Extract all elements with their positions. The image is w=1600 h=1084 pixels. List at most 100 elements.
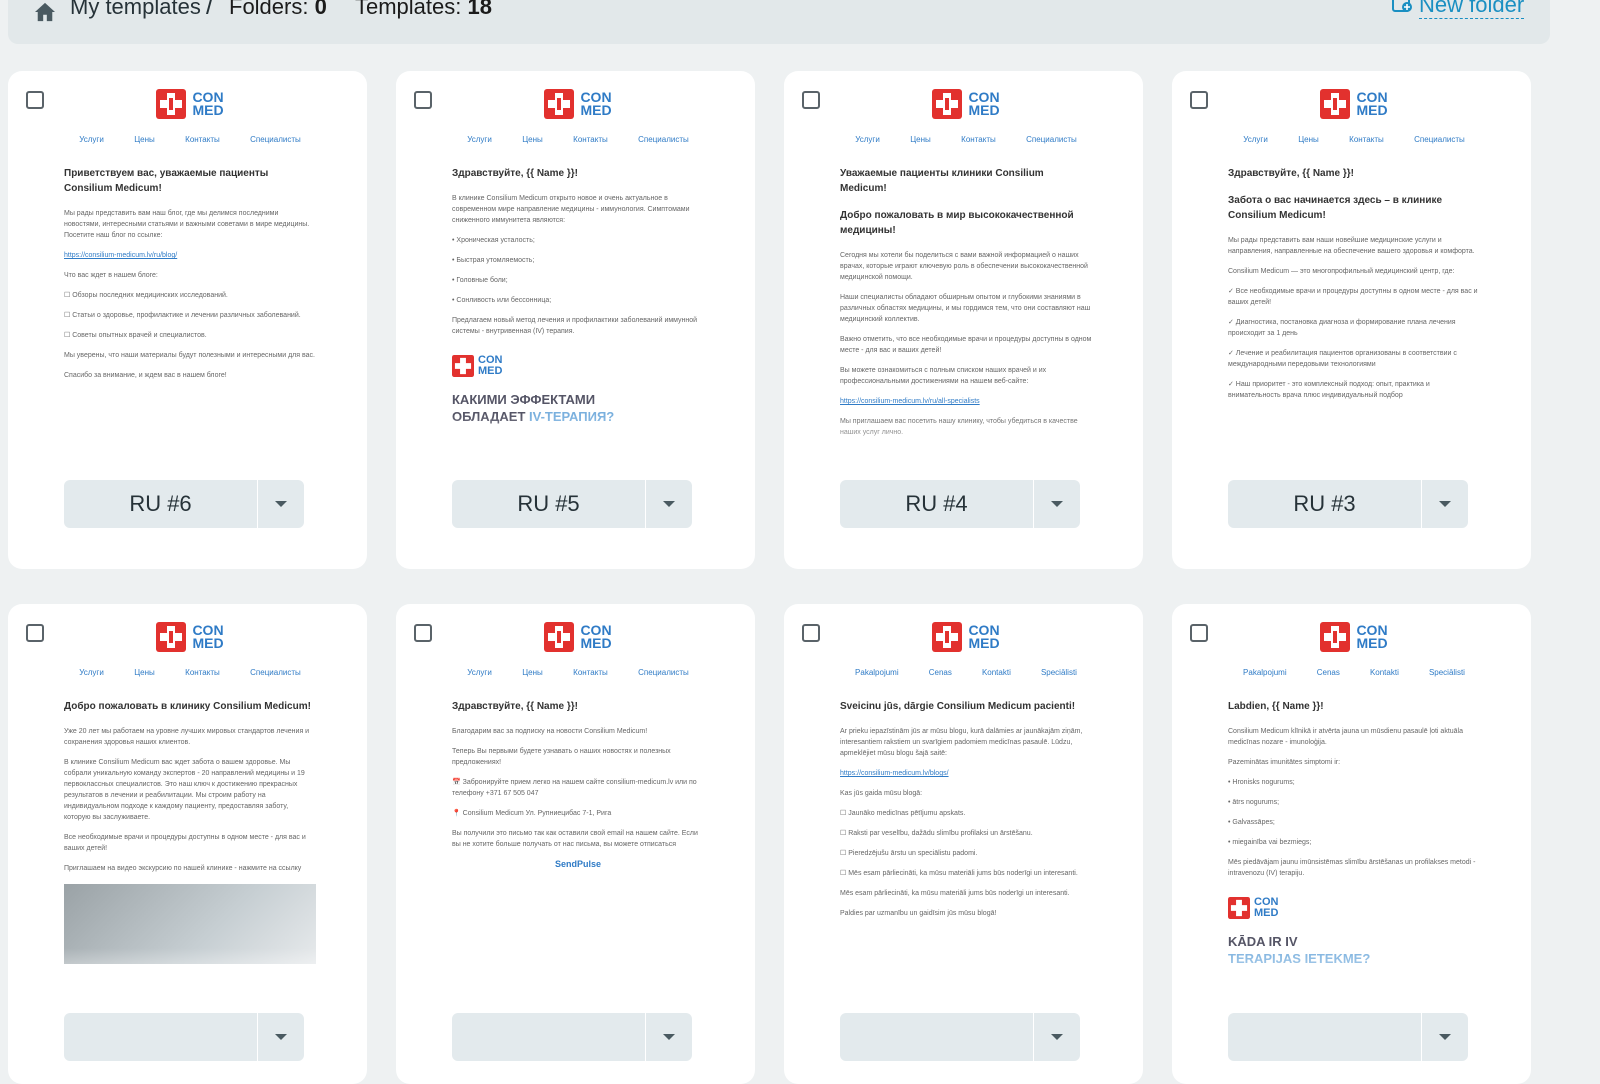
preview-line: 📅 Забронируйте прием легко на нашем сайт… — [452, 779, 697, 797]
preview-line: Вы можете ознакомиться с полным списком … — [840, 367, 1047, 385]
preview-line: Paldies par uzmanību un gaidīsim jūs mūs… — [840, 910, 997, 917]
template-card[interactable]: CON MED Pakalpojumi Cenas Kontakti Speciālist… — [1172, 604, 1531, 1084]
banner-title-accent: TERAPIJAS IETEKME? — [1228, 951, 1371, 966]
preview-title: Sveicinu jūs, dārgie Consilium Medicum p… — [840, 701, 1076, 712]
preview-line: • Хроническая усталость; — [452, 237, 535, 244]
preview-line: Теперь Вы первыми будете узнавать о наши… — [452, 748, 671, 766]
templates-label: Templates: — [355, 0, 462, 19]
preview-line: Consilium Medicum — это многопрофильный … — [1228, 268, 1455, 275]
template-card[interactable]: CON MED Услуги Цены Контакты Специалисты Добро… — [8, 604, 367, 1084]
preview-line: В клинике Consilium Medicum открыто ново… — [452, 195, 690, 224]
select-checkbox[interactable] — [26, 91, 44, 109]
folders-label: Folders: — [229, 0, 309, 19]
preview-line: Спасибо за внимание, и ждем вас в нашем … — [64, 372, 227, 379]
template-preview[interactable]: CON MED Услуги Цены Контакты Специалисты Здрав… — [1228, 83, 1480, 475]
template-card[interactable]: CON MED Pakalpojumi Cenas Kontakti Speciālist… — [784, 604, 1143, 1084]
template-dropdown-button[interactable] — [1034, 480, 1080, 528]
preview-line: ☐ Pieredzējušu ārstu un speciālistu pado… — [840, 850, 978, 857]
preview-line: В клинике Consilium Medicum вас ждет заб… — [64, 759, 305, 821]
preview-line: Pazeminātas imunitātes simptomi ir: — [1228, 759, 1341, 766]
preview-title: Здравствуйте, {{ Name }}! — [1228, 168, 1354, 179]
preview-line: Все необходимые врачи и процедуры доступ… — [64, 834, 306, 852]
preview-line: • Galvassāpes; — [1228, 819, 1275, 826]
preview-line: Благодарим вас за подписку на новости Co… — [452, 728, 648, 735]
preview-subtitle: Забота о вас начинается здесь – в клиник… — [1228, 195, 1443, 221]
chevron-down-icon — [1439, 501, 1451, 507]
select-checkbox[interactable] — [1190, 91, 1208, 109]
preview-nav: Pakalpojumi Cenas Kontakti Speciālisti — [840, 668, 1092, 677]
banner-brand-text: CON MED — [478, 355, 502, 377]
preview-nav-item: Цены — [134, 135, 155, 144]
home-icon[interactable] — [34, 2, 56, 22]
medical-cross-icon — [932, 89, 963, 119]
brand-line2: MED — [968, 102, 1000, 118]
brand-text: CON MED — [580, 623, 612, 651]
template-name-button[interactable] — [452, 1013, 646, 1061]
template-preview[interactable]: CON MED Услуги Цены Контакты Специалисты Здрав… — [452, 83, 704, 475]
template-preview[interactable]: CON MED Pakalpojumi Cenas Kontakti Speciālist… — [1228, 616, 1480, 1008]
preview-nav-item: Kontakti — [1369, 668, 1399, 677]
sendpulse-logo: SendPulse — [554, 859, 601, 869]
template-card[interactable]: CON MED Услуги Цены Контакты Специалисты Здрав… — [396, 71, 755, 569]
select-checkbox[interactable] — [802, 624, 820, 642]
preview-line: • Сонливость или бессонница; — [452, 297, 552, 304]
breadcrumb-my-templates[interactable]: My templates — [70, 0, 201, 20]
template-dropdown-button[interactable] — [258, 480, 304, 528]
template-dropdown-button[interactable] — [1034, 1013, 1080, 1061]
preview-line: • ātrs nogurums; — [1228, 799, 1280, 806]
medical-cross-icon — [452, 355, 474, 377]
preview-nav-item: Цены — [522, 135, 543, 144]
preview-nav-item: Pakalpojumi — [1243, 668, 1287, 677]
template-name-button[interactable]: RU #5 — [452, 480, 646, 528]
template-name-button[interactable]: RU #4 — [840, 480, 1034, 528]
template-dropdown-button[interactable] — [258, 1013, 304, 1061]
preview-nav-item: Услуги — [467, 668, 492, 677]
banner-logo: CON MED — [452, 355, 704, 377]
preview-nav-item: Цены — [522, 668, 543, 677]
preview-banner: CON MED КАКИМИ ЭФФЕКТАМИ ОБЛАДАЕТ IV-ТЕРАПИ… — [452, 355, 704, 425]
template-name-button[interactable] — [64, 1013, 258, 1061]
banner-title-line1: КАКИМИ ЭФФЕКТАМИ — [452, 392, 596, 407]
template-name-button[interactable]: RU #3 — [1228, 480, 1422, 528]
preview-nav-item: Pakalpojumi — [855, 668, 899, 677]
template-preview[interactable]: CON MED Услуги Цены Контакты Специалисты Здрав… — [452, 616, 704, 1008]
template-dropdown-button[interactable] — [646, 1013, 692, 1061]
brand-line2: MED — [580, 635, 612, 651]
template-action-group: RU #6 — [64, 480, 304, 528]
folders-value: 0 — [314, 0, 327, 19]
select-checkbox[interactable] — [802, 91, 820, 109]
template-preview[interactable]: CON MED Услуги Цены Контакты Специалисты Приве… — [64, 83, 316, 475]
template-name-button[interactable] — [840, 1013, 1034, 1061]
preview-line: ✓ Диагностика, постановка диагноза и фор… — [1228, 319, 1456, 337]
template-action-group — [840, 1013, 1080, 1061]
preview-nav: Услуги Цены Контакты Специалисты — [64, 668, 316, 677]
preview-nav-item: Услуги — [467, 135, 492, 144]
preview-nav-item: Контакты — [185, 135, 220, 144]
template-card[interactable]: CON MED Услуги Цены Контакты Специалисты Приве… — [8, 71, 367, 569]
template-dropdown-button[interactable] — [1422, 1013, 1468, 1061]
template-name-button[interactable] — [1228, 1013, 1422, 1061]
select-checkbox[interactable] — [1190, 624, 1208, 642]
brand-line2: MED — [192, 102, 224, 118]
template-card[interactable]: CON MED Услуги Цены Контакты Специалисты Здрав… — [1172, 71, 1531, 569]
select-checkbox[interactable] — [414, 91, 432, 109]
template-action-group: RU #3 — [1228, 480, 1468, 528]
template-action-group: RU #4 — [840, 480, 1080, 528]
template-action-group: RU #5 — [452, 480, 692, 528]
template-card[interactable]: CON MED Услуги Цены Контакты Специалисты Здрав… — [396, 604, 755, 1084]
new-folder-button[interactable]: New folder — [1391, 0, 1525, 19]
brand-logo: CON MED — [452, 89, 704, 119]
template-preview[interactable]: CON MED Услуги Цены Контакты Специалисты Уважа… — [840, 83, 1092, 475]
template-card[interactable]: CON MED Услуги Цены Контакты Специалисты Уважа… — [784, 71, 1143, 569]
template-dropdown-button[interactable] — [1422, 480, 1468, 528]
select-checkbox[interactable] — [26, 624, 44, 642]
brand-logo: CON MED — [1228, 622, 1480, 652]
select-checkbox[interactable] — [414, 624, 432, 642]
template-name-button[interactable]: RU #6 — [64, 480, 258, 528]
preview-nav-item: Контакты — [573, 135, 608, 144]
template-preview[interactable]: CON MED Услуги Цены Контакты Специалисты Добро… — [64, 616, 316, 1008]
template-dropdown-button[interactable] — [646, 480, 692, 528]
template-preview[interactable]: CON MED Pakalpojumi Cenas Kontakti Speciālist… — [840, 616, 1092, 1008]
new-folder-label: New folder — [1419, 0, 1525, 19]
preview-title: Здравствуйте, {{ Name }}! — [452, 701, 578, 712]
